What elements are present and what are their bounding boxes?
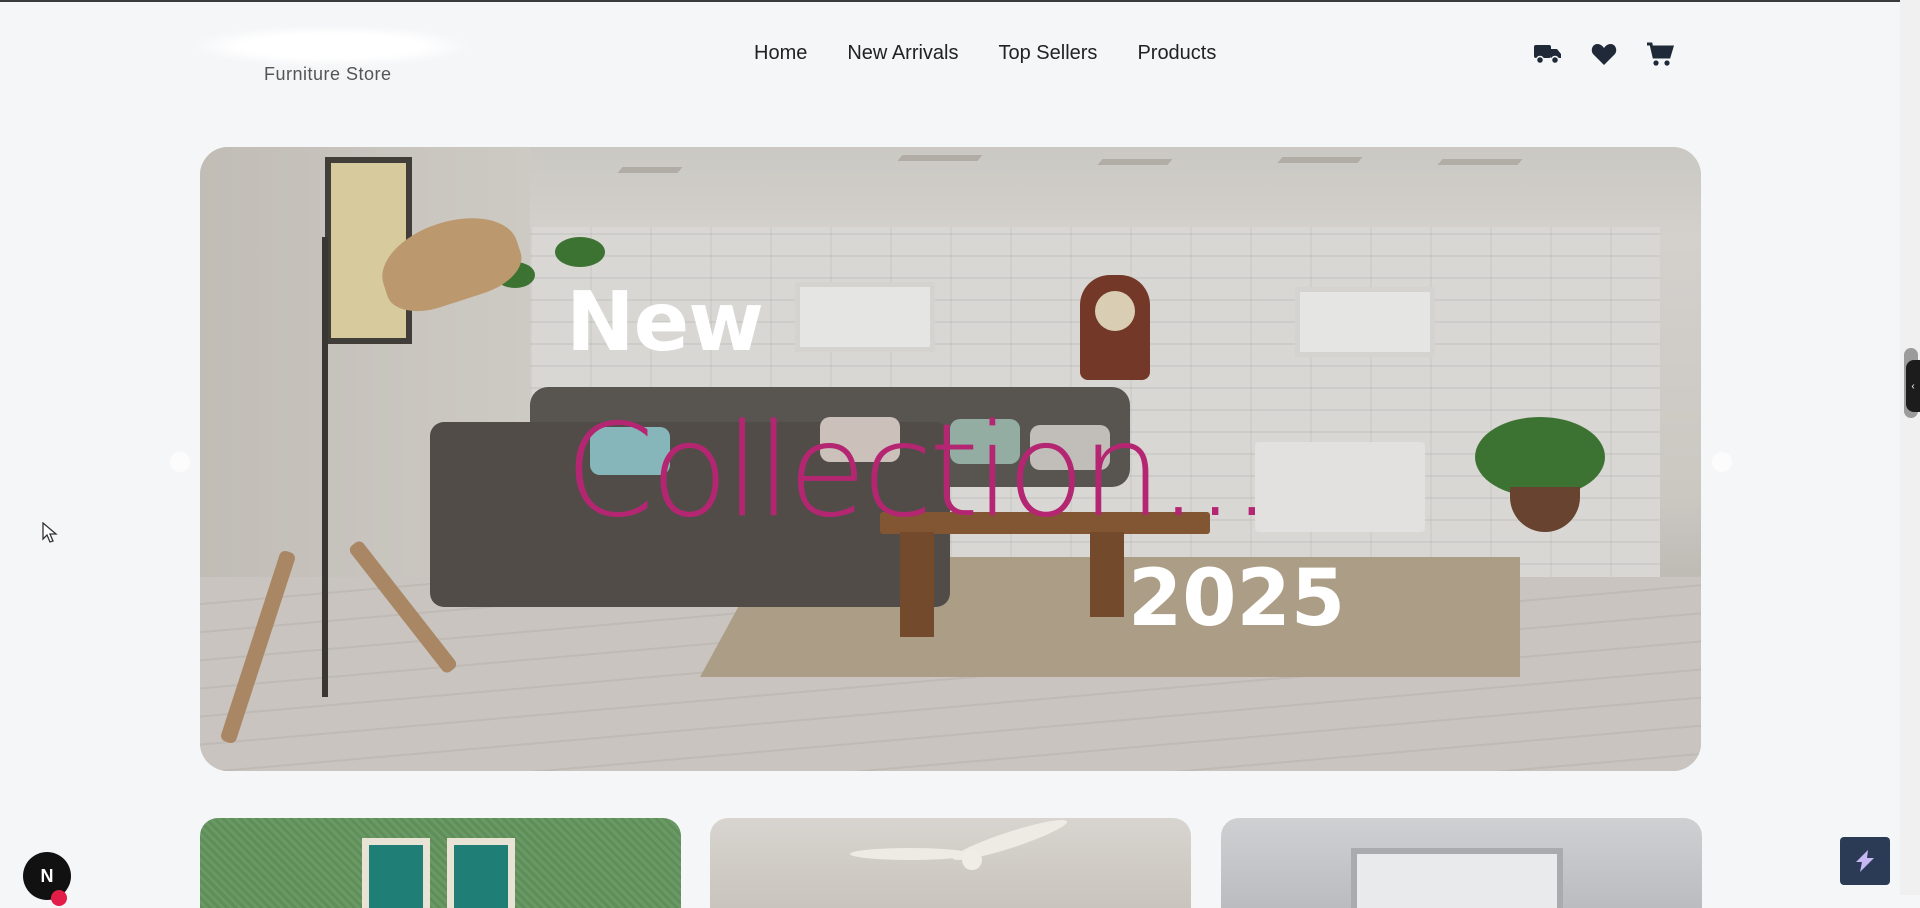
card-artwork [447,838,515,908]
card-artwork [362,838,430,908]
nav-products[interactable]: Products [1137,42,1216,65]
truck-icon[interactable] [1534,40,1562,68]
hero-title-collection: Collection... [565,397,1272,546]
nav-new-arrivals[interactable]: New Arrivals [847,42,958,65]
badge-letter: N [40,865,54,886]
heart-icon[interactable] [1590,40,1618,68]
page: Furniture Store Home New Arrivals Top Se… [0,0,1900,908]
nextjs-dev-badge[interactable]: N [23,852,71,906]
brand-subtitle: Furniture Store [264,64,392,84]
cart-icon[interactable] [1646,40,1674,68]
floating-widget-icon[interactable] [1840,837,1890,885]
main-nav: Home New Arrivals Top Sellers Products [754,42,1216,65]
hero-title-year: 2025 [1128,554,1346,644]
nav-home[interactable]: Home [754,42,807,65]
header-actions [1534,40,1674,68]
hero-title-new: New [566,275,764,370]
logo[interactable] [190,26,472,66]
mouse-cursor-icon [42,522,58,543]
nav-top-sellers[interactable]: Top Sellers [999,42,1098,65]
collapse-panel-button[interactable]: ‹ [1906,360,1920,412]
top-border [0,0,1900,2]
kitchen-window-image [1351,848,1563,908]
carousel-prev-button[interactable] [170,452,190,472]
carousel-next-button[interactable] [1712,452,1732,472]
scrollbar-track[interactable] [1900,0,1920,895]
hero-banner[interactable]: New Collection... 2025 [200,147,1701,771]
